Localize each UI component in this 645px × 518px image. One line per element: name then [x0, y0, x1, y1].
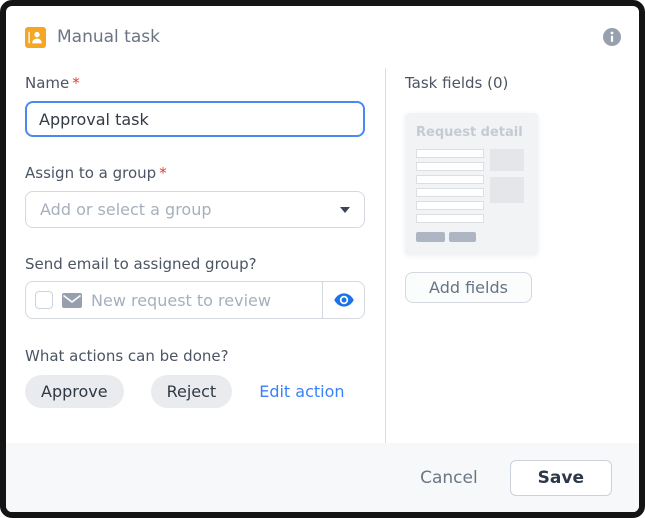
skeleton-button-row	[416, 232, 527, 242]
email-template-box: New request to review	[25, 281, 365, 319]
email-template-name: New request to review	[91, 290, 271, 310]
skeleton-field-list	[416, 149, 484, 223]
info-icon[interactable]	[603, 28, 621, 46]
save-button[interactable]: Save	[509, 459, 612, 496]
settings-column: Name* Assign to a group* Add or select a…	[6, 68, 365, 443]
preview-email-button[interactable]	[322, 282, 364, 318]
skeleton-field-bar	[416, 175, 484, 184]
skeleton-field-bar	[416, 201, 484, 210]
send-email-checkbox[interactable]	[35, 291, 53, 309]
actions-label: What actions can be done?	[25, 347, 229, 365]
preview-skeleton	[416, 149, 527, 223]
person-badge-icon	[25, 26, 46, 48]
cancel-button[interactable]: Cancel	[414, 467, 484, 489]
skeleton-field-bar	[416, 214, 484, 223]
envelope-icon	[62, 292, 82, 308]
email-label: Send email to assigned group?	[25, 255, 257, 273]
dialog-header: Manual task	[6, 6, 639, 68]
skeleton-block	[490, 177, 524, 203]
task-fields-column: Task fields (0) Request detail Add field…	[386, 68, 639, 443]
skeleton-block	[490, 149, 524, 171]
action-approve-button[interactable]: Approve	[25, 375, 124, 408]
required-asterisk: *	[72, 74, 80, 92]
dialog-body: Name* Assign to a group* Add or select a…	[6, 68, 639, 443]
add-fields-button[interactable]: Add fields	[405, 272, 532, 303]
name-input[interactable]	[25, 101, 365, 137]
dialog-title: Manual task	[57, 27, 160, 47]
required-asterisk: *	[159, 164, 167, 182]
skeleton-button	[449, 232, 476, 242]
preview-card-title: Request detail	[416, 125, 523, 140]
group-label: Assign to a group *	[25, 164, 167, 182]
actions-row: Approve Reject Edit action	[25, 375, 365, 408]
group-select-placeholder: Add or select a group	[40, 200, 212, 219]
eye-icon	[333, 293, 354, 307]
form-preview-card: Request detail	[405, 113, 538, 255]
task-fields-heading: Task fields (0)	[405, 74, 509, 92]
dialog-footer: Cancel Save	[6, 443, 639, 512]
name-label: Name *	[25, 74, 80, 92]
manual-task-dialog: Manual task Name* Assign to a group* Add…	[0, 0, 645, 518]
skeleton-field-bar	[416, 188, 484, 197]
skeleton-button	[416, 232, 445, 242]
skeleton-field-bar	[416, 162, 484, 171]
group-select[interactable]: Add or select a group	[25, 191, 365, 228]
chevron-down-icon	[340, 206, 350, 213]
skeleton-block-list	[490, 149, 524, 223]
skeleton-field-bar	[416, 149, 484, 158]
action-reject-button[interactable]: Reject	[150, 375, 233, 408]
edit-action-link[interactable]: Edit action	[259, 382, 344, 401]
